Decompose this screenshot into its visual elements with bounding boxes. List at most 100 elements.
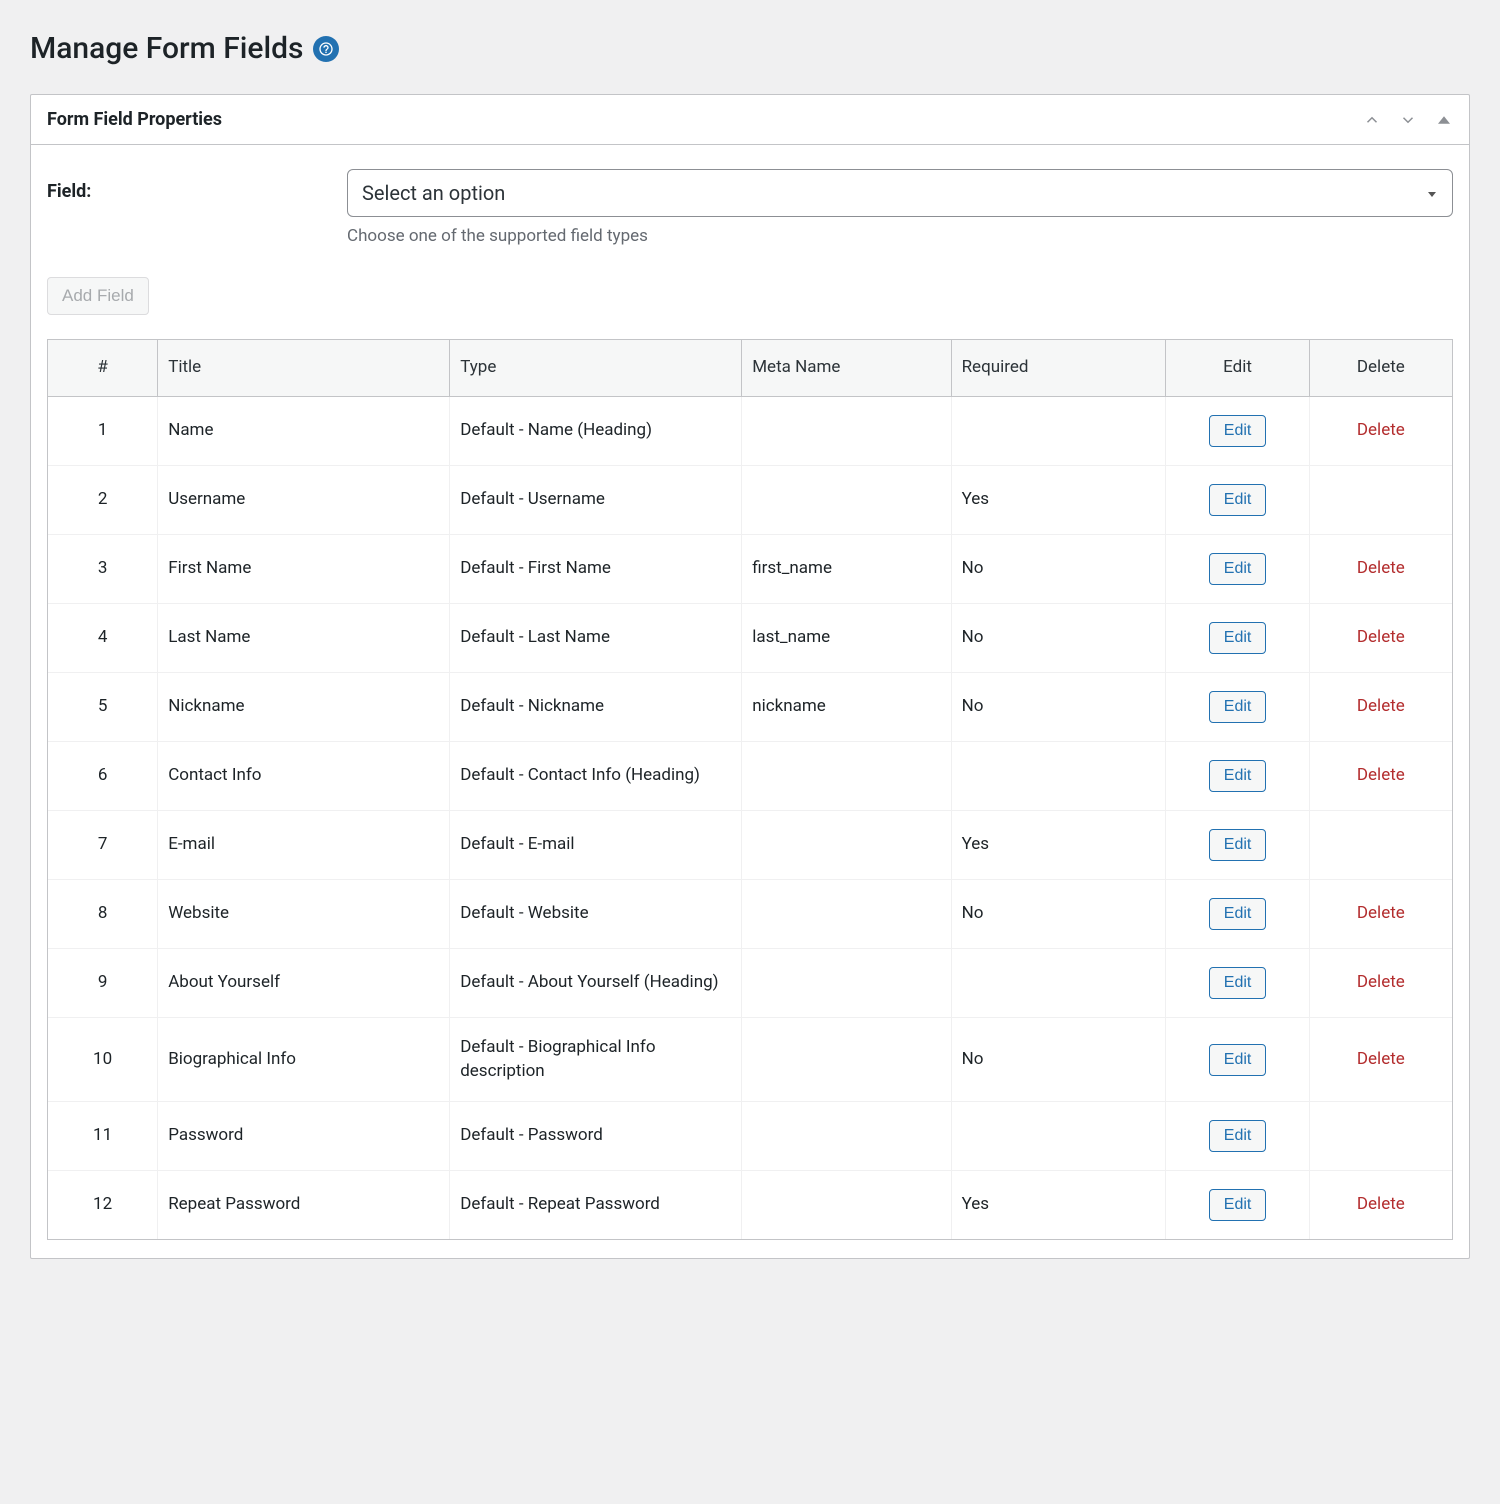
cell-num: 6: [48, 741, 158, 810]
cell-title: E-mail: [158, 810, 450, 879]
edit-button[interactable]: Edit: [1209, 484, 1267, 516]
chevron-up-icon[interactable]: [1363, 111, 1381, 129]
cell-edit: Edit: [1166, 741, 1309, 810]
edit-button[interactable]: Edit: [1209, 760, 1267, 792]
cell-edit: Edit: [1166, 810, 1309, 879]
delete-link[interactable]: Delete: [1357, 903, 1405, 923]
cell-num: 12: [48, 1171, 158, 1240]
cell-title: Biographical Info: [158, 1017, 450, 1102]
cell-type: Default - Repeat Password: [450, 1171, 742, 1240]
cell-type: Default - Username: [450, 465, 742, 534]
cell-edit: Edit: [1166, 1017, 1309, 1102]
cell-delete: Delete: [1309, 603, 1452, 672]
cell-type: Default - Website: [450, 879, 742, 948]
select-placeholder: Select an option: [362, 179, 505, 207]
cell-type: Default - First Name: [450, 534, 742, 603]
panel-header-title: Form Field Properties: [47, 107, 222, 132]
cell-meta: [742, 396, 951, 465]
cell-edit: Edit: [1166, 948, 1309, 1017]
cell-edit: Edit: [1166, 396, 1309, 465]
table-row: 1NameDefault - Name (Heading)EditDelete: [48, 396, 1453, 465]
cell-num: 8: [48, 879, 158, 948]
cell-delete: Delete: [1309, 1171, 1452, 1240]
chevron-down-icon[interactable]: [1399, 111, 1417, 129]
cell-delete: [1309, 1102, 1452, 1171]
edit-button[interactable]: Edit: [1209, 1120, 1267, 1152]
field-helper-text: Choose one of the supported field types: [347, 225, 1453, 249]
cell-title: First Name: [158, 534, 450, 603]
cell-num: 3: [48, 534, 158, 603]
cell-type: Default - About Yourself (Heading): [450, 948, 742, 1017]
cell-meta: [742, 465, 951, 534]
cell-edit: Edit: [1166, 603, 1309, 672]
cell-type: Default - Biographical Info description: [450, 1017, 742, 1102]
cell-type: Default - Password: [450, 1102, 742, 1171]
cell-delete: Delete: [1309, 672, 1452, 741]
form-field-properties-panel: Form Field Properties Field: Select an o…: [30, 94, 1470, 1259]
edit-button[interactable]: Edit: [1209, 967, 1267, 999]
cell-meta: first_name: [742, 534, 951, 603]
edit-button[interactable]: Edit: [1209, 553, 1267, 585]
cell-required: Yes: [951, 465, 1166, 534]
cell-required: No: [951, 534, 1166, 603]
table-row: 11PasswordDefault - Password Edit: [48, 1102, 1453, 1171]
edit-button[interactable]: Edit: [1209, 415, 1267, 447]
delete-link[interactable]: Delete: [1357, 1194, 1405, 1214]
cell-edit: Edit: [1166, 672, 1309, 741]
cell-title: Last Name: [158, 603, 450, 672]
delete-link[interactable]: Delete: [1357, 696, 1405, 716]
delete-link[interactable]: Delete: [1357, 765, 1405, 785]
panel-controls: [1363, 111, 1453, 129]
cell-num: 7: [48, 810, 158, 879]
cell-delete: Delete: [1309, 396, 1452, 465]
th-edit: Edit: [1166, 339, 1309, 396]
edit-button[interactable]: Edit: [1209, 898, 1267, 930]
cell-num: 2: [48, 465, 158, 534]
cell-delete: Delete: [1309, 879, 1452, 948]
table-row: 5NicknameDefault - NicknamenicknameNoEdi…: [48, 672, 1453, 741]
delete-link[interactable]: Delete: [1357, 627, 1405, 647]
cell-meta: [742, 741, 951, 810]
cell-delete: Delete: [1309, 534, 1452, 603]
cell-delete: Delete: [1309, 741, 1452, 810]
delete-link[interactable]: Delete: [1357, 972, 1405, 992]
cell-required: [951, 1102, 1166, 1171]
table-row: 12Repeat PasswordDefault - Repeat Passwo…: [48, 1171, 1453, 1240]
table-row: 6Contact InfoDefault - Contact Info (Hea…: [48, 741, 1453, 810]
collapse-triangle-icon[interactable]: [1435, 111, 1453, 129]
table-row: 2UsernameDefault - Username Yes Edit: [48, 465, 1453, 534]
panel-header: Form Field Properties: [31, 95, 1469, 145]
edit-button[interactable]: Edit: [1209, 1189, 1267, 1221]
cell-meta: [742, 1171, 951, 1240]
add-field-button[interactable]: Add Field: [47, 277, 149, 315]
cell-meta: [742, 810, 951, 879]
edit-button[interactable]: Edit: [1209, 829, 1267, 861]
cell-delete: [1309, 465, 1452, 534]
edit-button[interactable]: Edit: [1209, 691, 1267, 723]
th-required: Required: [951, 339, 1166, 396]
cell-type: Default - E-mail: [450, 810, 742, 879]
edit-button[interactable]: Edit: [1209, 622, 1267, 654]
cell-title: Username: [158, 465, 450, 534]
cell-meta: nickname: [742, 672, 951, 741]
delete-link[interactable]: Delete: [1357, 420, 1405, 440]
cell-title: Password: [158, 1102, 450, 1171]
cell-num: 5: [48, 672, 158, 741]
cell-num: 10: [48, 1017, 158, 1102]
table-row: 8WebsiteDefault - WebsiteNoEditDelete: [48, 879, 1453, 948]
delete-link[interactable]: Delete: [1357, 1049, 1405, 1069]
edit-button[interactable]: Edit: [1209, 1044, 1267, 1076]
delete-link[interactable]: Delete: [1357, 558, 1405, 578]
cell-edit: Edit: [1166, 465, 1309, 534]
cell-meta: [742, 1102, 951, 1171]
cell-title: Contact Info: [158, 741, 450, 810]
cell-num: 11: [48, 1102, 158, 1171]
cell-title: Name: [158, 396, 450, 465]
table-row: 3First NameDefault - First Namefirst_nam…: [48, 534, 1453, 603]
field-type-select[interactable]: Select an option: [347, 169, 1453, 217]
table-row: 7E-mailDefault - E-mailYesEdit: [48, 810, 1453, 879]
help-icon[interactable]: [313, 36, 339, 62]
cell-edit: Edit: [1166, 1171, 1309, 1240]
cell-num: 9: [48, 948, 158, 1017]
page-title: Manage Form Fields: [30, 28, 1470, 70]
